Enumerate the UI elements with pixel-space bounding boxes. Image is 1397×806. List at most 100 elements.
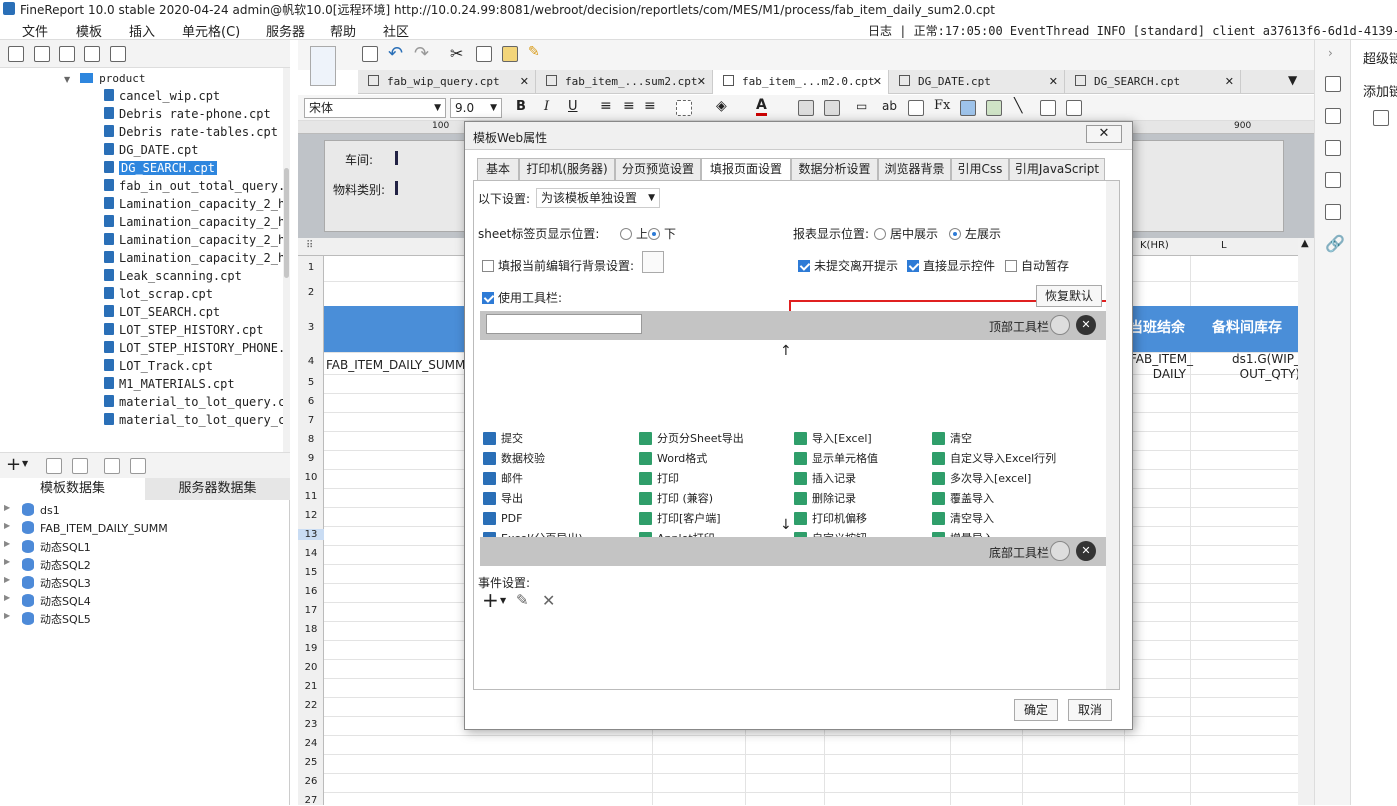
toolbar-option[interactable]: PDF [480,509,636,529]
menu-template[interactable]: 模板 [76,21,102,40]
delete-icon[interactable] [72,458,88,474]
redo-icon[interactable]: ↷ [414,43,429,64]
toolbar-option[interactable]: 自定义导入Excel行列 [929,449,1107,469]
menu-server[interactable]: 服务器 [266,21,305,40]
delete-icon[interactable]: ✕ [542,591,555,610]
row-number[interactable]: 17 [298,605,324,616]
chevron-down-icon[interactable]: ▼ [22,459,28,468]
tree-file-item[interactable]: LOT_STEP_HISTORY.cpt [104,323,264,341]
tree-file-item[interactable]: material_to_lot_query_cell. [104,413,283,431]
grid-corner-icon[interactable]: ⠿ [306,240,313,251]
toolbar-option[interactable]: 分页分Sheet导出 [636,429,791,449]
row-number[interactable]: 9 [298,453,324,464]
gear-icon[interactable] [1050,541,1070,561]
toolbar-option[interactable]: Word格式 [636,449,791,469]
underline-icon[interactable]: U [568,99,578,114]
tree-file-item[interactable]: lot_scrap.cpt [104,287,213,305]
row-number[interactable]: 4 [298,356,324,367]
font-family-select[interactable]: 宋体 ▼ [304,98,446,118]
tree-file-item[interactable]: LOT_Track.cpt [104,359,213,377]
row-number[interactable]: 14 [298,548,324,559]
dialog-scrollbar[interactable] [1106,181,1119,689]
file-tab[interactable]: fab_wip_query.cpt ✕ [358,70,536,94]
dataset-item[interactable]: ▶ ds1 [4,503,60,521]
toolbar-option[interactable]: 显示单元格值 [791,449,929,469]
cell-attr-icon[interactable] [1325,76,1341,92]
toolbar-option[interactable]: 导入[Excel] [791,429,929,449]
delete-icon[interactable] [84,46,100,62]
menu-insert[interactable]: 插入 [129,21,155,40]
fill-color-icon[interactable]: ◈ [716,98,727,114]
row-number[interactable]: 5 [298,377,324,388]
menu-community[interactable]: 社区 [383,21,409,40]
condition-icon[interactable] [1325,172,1341,188]
row-number[interactable]: 15 [298,567,324,578]
param-workshop-widget[interactable] [395,151,398,165]
close-tab-icon[interactable]: ✕ [1225,70,1234,94]
col-l[interactable]: L [1221,240,1227,251]
cancel-button[interactable]: 取消 [1068,699,1112,721]
split-icon[interactable] [824,100,840,116]
paint-bucket-icon[interactable] [642,251,664,273]
font-color-icon[interactable]: A [756,97,767,116]
line-icon[interactable]: ▭ [856,99,867,113]
cell-l4[interactable]: ds1.G(WIP_ OUT_QTY) [1194,352,1300,382]
dialog-tab[interactable]: 分页预览设置 [615,158,701,180]
align-right-icon[interactable]: ≡ [644,98,656,114]
row-number[interactable]: 2 [298,287,324,298]
row-number[interactable]: 20 [298,662,324,673]
row-number[interactable]: 10 [298,472,324,483]
richtext-icon[interactable] [908,100,924,116]
toolbar-option[interactable]: 数据校验 [480,449,636,469]
align-left-icon[interactable]: ≡ [600,98,612,114]
row-number[interactable]: 3 [298,322,324,333]
file-tab[interactable]: DG_SEARCH.cpt ✕ [1065,70,1241,94]
ok-button[interactable]: 确定 [1014,699,1058,721]
row-number[interactable]: 26 [298,776,324,787]
bold-icon[interactable]: B [516,99,526,114]
unsubmit-tip-checkbox[interactable]: 未提交离开提示 [798,257,898,274]
row-number[interactable]: 21 [298,681,324,692]
formula-icon[interactable]: Fx [934,98,950,113]
row-number[interactable]: 13 [298,528,324,540]
file-tab[interactable]: fab_item_...m2.0.cpt ✕ [713,70,889,94]
header-cell-stock[interactable]: 备料间库存 [1190,306,1304,352]
param-material-widget[interactable] [395,181,398,195]
row-number[interactable]: 19 [298,643,324,654]
preview-icon[interactable] [104,458,120,474]
add-icon[interactable]: + [6,454,21,475]
row-number[interactable]: 16 [298,586,324,597]
merge-icon[interactable] [798,100,814,116]
direct-show-checkbox[interactable]: 直接显示控件 [907,257,995,274]
hyperlink-icon[interactable]: 🔗 [1325,234,1345,253]
use-toolbar-checkbox[interactable]: 使用工具栏: [482,289,562,306]
paste-icon[interactable] [502,46,518,62]
chevron-right-icon[interactable]: ▶ [4,593,10,602]
toolbar-option[interactable]: 打印[客户端] [636,509,791,529]
row-number[interactable]: 7 [298,415,324,426]
slash-icon[interactable]: ╲ [1014,98,1022,114]
tree-file-item[interactable]: fab_in_out_total_query.cpt [104,179,283,197]
close-button[interactable]: ✕ [1086,125,1122,143]
image-icon[interactable] [986,100,1002,116]
template-icon[interactable] [310,46,336,86]
report-pos-center[interactable]: 居中展示 [874,225,938,242]
copy-icon[interactable] [476,46,492,62]
save-icon[interactable] [362,46,378,62]
chevron-right-icon[interactable]: ▶ [4,557,10,566]
tree-file-item[interactable]: Leak_scanning.cpt [104,269,242,287]
close-tab-icon[interactable]: ✕ [520,70,529,94]
tab-template-dataset[interactable]: 模板数据集 [0,478,145,500]
open-icon[interactable] [34,46,50,62]
row-number[interactable]: 1 [298,262,324,273]
link-item-icon[interactable] [1373,110,1389,126]
col-k[interactable]: K(HR) [1140,240,1169,251]
file-tab[interactable]: DG_DATE.cpt ✕ [889,70,1065,94]
close-tab-icon[interactable]: ✕ [873,70,882,94]
toolbar-option[interactable]: 提交 [480,429,636,449]
dialog-tab[interactable]: 引用Css [951,158,1009,180]
dialog-tab[interactable]: 数据分析设置 [791,158,878,180]
dialog-tab[interactable]: 浏览器背景 [878,158,951,180]
dataset-item[interactable]: ▶ 动态SQL4 [4,593,91,611]
chart-icon[interactable] [960,100,976,116]
